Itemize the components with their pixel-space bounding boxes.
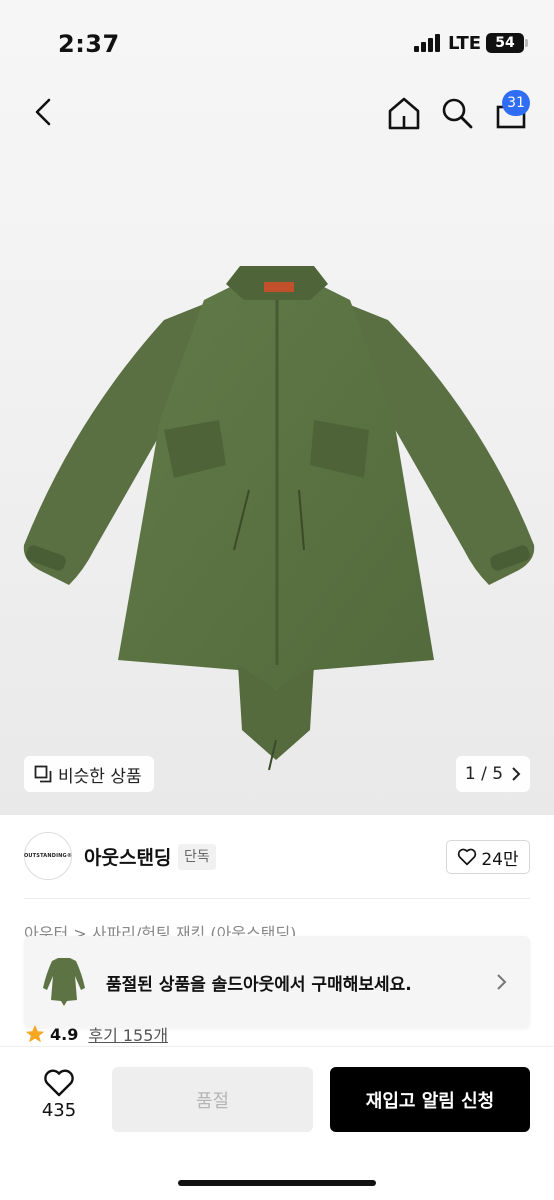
wishlist-count: 435 — [41, 1100, 77, 1121]
home-indicator — [178, 1180, 376, 1186]
battery-icon: 54 — [486, 33, 528, 53]
similar-products-label: 비슷한 상품 — [58, 766, 142, 787]
star-icon — [25, 1024, 45, 1043]
search-icon — [442, 98, 473, 129]
brand-name[interactable]: 아웃스탠딩 — [84, 843, 171, 870]
restock-alert-button[interactable]: 재입고 알림 신청 — [330, 1067, 530, 1132]
exclusive-badge: 단독 — [178, 844, 216, 870]
status-bar: 2:37 LTE 54 — [0, 0, 554, 90]
divider — [24, 898, 530, 899]
chevron-right-icon — [512, 767, 521, 781]
network-type: LTE — [448, 33, 482, 54]
chevron-right-icon — [497, 974, 507, 990]
home-button[interactable] — [385, 94, 423, 132]
soldout-banner[interactable]: 품절된 상품을 솔드아웃에서 구매해보세요. — [24, 936, 530, 1028]
similar-products-button[interactable]: 비슷한 상품 — [24, 756, 154, 792]
heart-icon — [458, 848, 477, 866]
image-pager[interactable]: 1 / 5 — [456, 756, 530, 792]
review-count-link[interactable]: 후기 155개 — [88, 1022, 168, 1046]
chevron-left-icon — [35, 98, 51, 126]
brand-logo-text: OUTSTANDING® — [23, 853, 73, 859]
rating-score: 4.9 — [50, 1024, 79, 1044]
copy-icon — [34, 765, 52, 783]
banner-thumbnail — [43, 958, 85, 1006]
heart-icon — [44, 1069, 74, 1097]
rating-row[interactable]: 4.9 후기 155개 — [24, 1021, 168, 1047]
soldout-button[interactable]: 품절 — [112, 1067, 313, 1132]
page-indicator: 1 / 5 — [464, 764, 504, 784]
cart-count-badge: 31 — [502, 90, 530, 116]
banner-text: 품절된 상품을 솔드아웃에서 구매해보세요. — [106, 974, 412, 995]
brand-like-count: 24만 — [481, 849, 519, 870]
product-image[interactable] — [14, 260, 542, 780]
brand-like-button[interactable]: 24만 — [446, 840, 530, 874]
home-icon — [388, 97, 420, 130]
status-time: 2:37 — [58, 30, 120, 58]
wishlist-button[interactable]: 435 — [30, 1068, 88, 1132]
search-button[interactable] — [438, 94, 476, 132]
brand-logo[interactable]: OUTSTANDING® — [24, 832, 72, 880]
back-button[interactable] — [26, 94, 60, 130]
signal-icon — [414, 34, 442, 52]
